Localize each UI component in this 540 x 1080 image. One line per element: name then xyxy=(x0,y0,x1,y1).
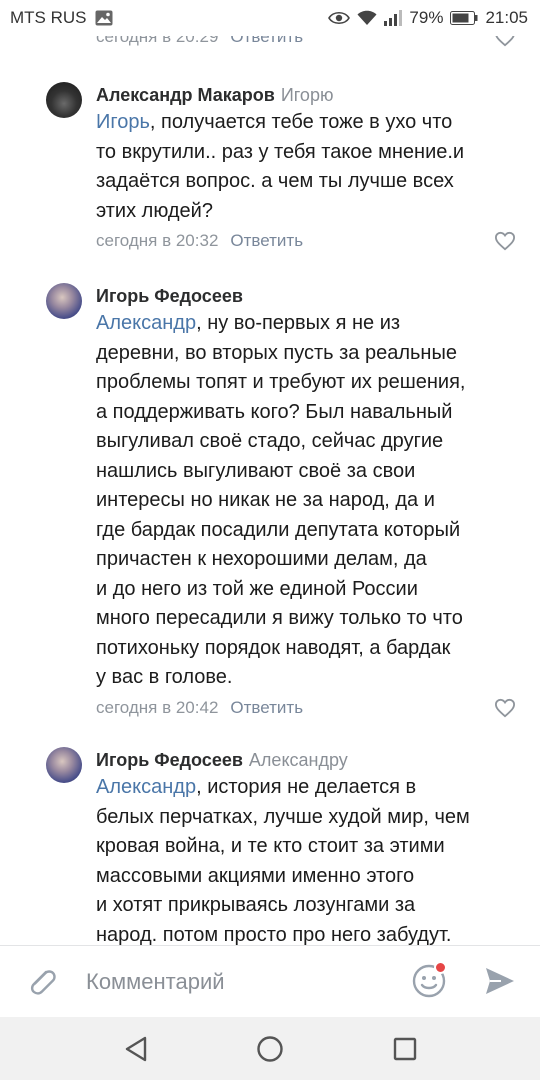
avatar[interactable] xyxy=(46,283,82,319)
comment-meta: сегодня в 20:42 Ответить xyxy=(96,693,520,723)
avatar[interactable] xyxy=(46,747,82,783)
clock: 21:05 xyxy=(485,8,528,27)
nav-home-icon[interactable] xyxy=(256,1035,284,1068)
avatar[interactable] xyxy=(46,82,82,118)
status-bar: MTS RUS 79% 21:05 xyxy=(0,0,540,36)
comment-input[interactable]: Комментарий xyxy=(86,969,225,995)
comment-author[interactable]: Александр Макаров xyxy=(96,85,275,105)
wifi-icon xyxy=(357,10,377,26)
comment-header: Александр Макаров Игорю xyxy=(96,82,520,108)
reply-button[interactable]: Ответить xyxy=(230,231,303,250)
heart-icon[interactable] xyxy=(494,698,516,728)
comments-feed[interactable]: сегодня в 20:29 Ответить Александр Макаро… xyxy=(0,0,540,945)
nav-recent-icon[interactable] xyxy=(393,1037,417,1066)
signal-icon xyxy=(384,10,403,26)
comment-header: Игорь Федосеев Александру xyxy=(96,747,520,773)
reply-button[interactable]: Ответить xyxy=(230,698,303,717)
comment-time: сегодня в 20:42 xyxy=(96,697,219,717)
comment-input-bar: Комментарий xyxy=(0,945,540,1018)
comment-time: сегодня в 20:32 xyxy=(96,231,219,250)
heart-icon[interactable] xyxy=(494,231,516,261)
mention-link[interactable]: Игорь xyxy=(96,111,150,133)
image-icon xyxy=(95,10,113,26)
comment-text: Александр, ну во-первых я не из деревни,… xyxy=(96,312,466,688)
paperclip-icon[interactable] xyxy=(24,963,60,1004)
comment-author[interactable]: Игорь Федосеев xyxy=(96,750,243,770)
battery-icon xyxy=(450,11,478,25)
send-icon[interactable] xyxy=(483,964,517,1003)
mention-link[interactable]: Александр xyxy=(96,312,196,334)
comment-text: Игорь, получается тебе тоже в ухо что то… xyxy=(96,111,465,222)
comment-author[interactable]: Игорь Федосеев xyxy=(96,286,243,306)
mention-link[interactable]: Александр xyxy=(96,776,196,798)
comment-header: Игорь Федосеев xyxy=(96,283,520,309)
notification-dot xyxy=(434,961,447,974)
carrier-label: MTS RUS xyxy=(10,8,87,27)
system-nav-bar xyxy=(0,1017,540,1080)
eye-icon xyxy=(328,10,351,26)
reply-to[interactable]: Игорю xyxy=(281,85,334,105)
reply-to[interactable]: Александру xyxy=(249,750,348,770)
nav-back-icon[interactable] xyxy=(123,1035,149,1068)
battery-percent: 79% xyxy=(409,8,444,27)
comment-meta: сегодня в 20:32 Ответить xyxy=(96,226,520,256)
comment-text: Александр, история не делается в белых п… xyxy=(96,776,470,945)
